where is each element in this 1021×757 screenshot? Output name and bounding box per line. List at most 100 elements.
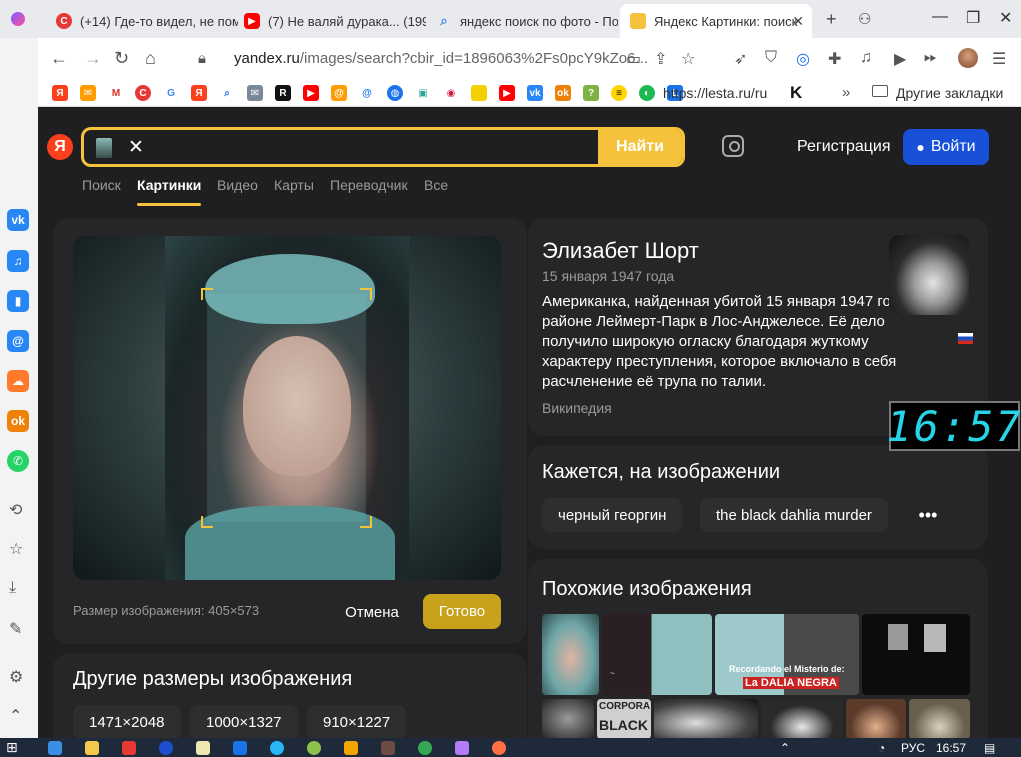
taskbar-app[interactable] [48, 741, 62, 755]
forward-icon[interactable]: → [84, 48, 102, 69]
chevron-up-icon[interactable]: ⌃ [9, 706, 22, 726]
lips-bookmark-icon[interactable]: ◉ [443, 85, 459, 101]
minimize-icon[interactable]: — [932, 8, 948, 26]
cancel-button[interactable]: Отмена [333, 595, 411, 629]
ok-icon[interactable]: ok [7, 410, 29, 432]
camera-icon[interactable] [722, 135, 744, 157]
new-tab-icon[interactable]: + [826, 9, 837, 30]
clear-icon[interactable]: ✕ [128, 136, 144, 159]
taskbar-app[interactable] [492, 741, 506, 755]
entity-photo[interactable] [889, 235, 969, 315]
search-bookmark-icon[interactable]: ⌕ [219, 85, 235, 101]
media-list-icon[interactable]: ♫ [860, 49, 872, 67]
size-option[interactable]: 910×1227 [307, 705, 407, 738]
taskbar-app[interactable] [381, 741, 395, 755]
entity-name[interactable]: Элизабет Шорт [542, 238, 699, 264]
tab-4[interactable]: Яндекс Картинки: поиск по ✕ [620, 4, 812, 38]
yandex-logo[interactable]: Я [47, 134, 73, 160]
windows-start-icon[interactable]: ⊞ [6, 739, 18, 756]
taskbar-clock[interactable]: 16:57 [936, 741, 966, 755]
crop-handle-top-left[interactable] [201, 288, 213, 300]
similar-image[interactable] [542, 614, 599, 695]
fast-forward-icon[interactable]: ⏩︎ [924, 49, 937, 67]
at-bookmark-icon[interactable]: @ [331, 85, 347, 101]
incognito-icon[interactable]: ⚇ [858, 10, 871, 28]
url-field[interactable]: yandex.ru/images/search?cbir_id=1896063%… [234, 50, 654, 67]
taskbar-app[interactable] [196, 741, 210, 755]
taskbar-app[interactable] [418, 741, 432, 755]
tab-2[interactable]: ▶ (7) Не валяй дурака... (1997) [234, 4, 426, 38]
taskbar-app[interactable] [233, 741, 247, 755]
reload-icon[interactable]: ↻ [114, 48, 129, 69]
taskbar-app[interactable] [85, 741, 99, 755]
search-bar[interactable]: ✕ Найти [81, 127, 685, 167]
share-icon[interactable]: ⇪ [654, 49, 667, 69]
beeline-bookmark-icon[interactable]: ≡ [611, 85, 627, 101]
tab-1[interactable]: C (+14) Где-то видел, не помню [46, 4, 238, 38]
tv-bookmark-icon[interactable]: ▣ [415, 85, 431, 101]
menu-icon[interactable]: ☰ [992, 49, 1006, 69]
similar-image[interactable] [761, 699, 843, 738]
done-button[interactable]: Готово [423, 594, 501, 629]
restore-icon[interactable]: ❐ [966, 8, 980, 28]
green-bookmark-icon[interactable]: ◐ [639, 85, 655, 101]
bookmark-lesta[interactable]: https://lesta.ru/ru [663, 85, 767, 101]
download-icon[interactable]: ⤓ [9, 579, 16, 597]
puzzle-icon[interactable]: ✚ [828, 49, 841, 69]
mail-bookmark-icon[interactable]: ✉ [247, 85, 263, 101]
similar-image[interactable] [654, 699, 758, 738]
more-icon[interactable]: ••• [910, 498, 946, 532]
play-icon[interactable]: ▶ [894, 49, 906, 69]
music-icon[interactable]: ♫ [7, 250, 29, 272]
vk-bookmark-icon[interactable]: vk [527, 85, 543, 101]
login-button[interactable]: ● Войти [903, 129, 989, 165]
stats-icon[interactable]: ▮ [7, 290, 29, 312]
taskbar-app[interactable] [122, 741, 136, 755]
history-icon[interactable]: ⟲ [9, 500, 22, 520]
search-button[interactable]: Найти [598, 130, 682, 164]
yandex-bookmark-icon[interactable]: Я [191, 85, 207, 101]
gear-icon[interactable]: ⚙ [9, 667, 23, 687]
size-option[interactable]: 1471×2048 [73, 705, 181, 738]
tab-3[interactable]: ⌕ яндекс поиск по фото - По [426, 4, 618, 38]
yellow-bookmark-icon[interactable] [471, 85, 487, 101]
crop-handle-bottom-left[interactable] [201, 516, 213, 528]
gmail-bookmark-icon[interactable]: M [108, 85, 124, 101]
tag-chip[interactable]: the black dahlia murder [700, 498, 888, 532]
crop-handle-bottom-right[interactable] [360, 516, 372, 528]
vk-icon[interactable]: vk [7, 209, 29, 231]
other-bookmarks[interactable]: Другие закладки [896, 85, 1003, 101]
taskbar-app[interactable] [159, 741, 173, 755]
back-icon[interactable]: ← [50, 48, 68, 69]
tab-search[interactable]: Поиск [82, 177, 121, 193]
globe-bookmark-icon[interactable]: ◍ [387, 85, 403, 101]
tray-network-icon[interactable]: ◔ [878, 741, 885, 755]
size-option[interactable]: 1000×1327 [190, 705, 298, 738]
taskbar-app[interactable] [344, 741, 358, 755]
tab-translator[interactable]: Переводчик [330, 177, 408, 193]
crop-handle-top-right[interactable] [360, 288, 372, 300]
similar-image[interactable]: ~ [602, 614, 712, 695]
cloud-icon[interactable]: ☁ [7, 370, 29, 392]
avatar[interactable] [958, 48, 978, 68]
circle-c-bookmark-icon[interactable]: C [135, 85, 151, 101]
crop-selection[interactable] [207, 294, 366, 522]
similar-image[interactable]: Recordando el Misterio de: La DALIA NEGR… [715, 614, 859, 695]
r-bookmark-icon[interactable]: R [275, 85, 291, 101]
language-indicator[interactable]: РУС [901, 741, 925, 755]
tab-images[interactable]: Картинки [137, 177, 201, 193]
mail-bookmark-icon[interactable]: ✉ [80, 85, 96, 101]
entity-source-link[interactable]: Википедия [542, 400, 612, 416]
google-bookmark-icon[interactable]: G [163, 85, 179, 101]
browser-logo-icon[interactable] [11, 12, 25, 26]
tab-video[interactable]: Видео [217, 177, 258, 193]
similar-image[interactable]: CORPORA BLACK [597, 699, 651, 738]
rocket-icon[interactable]: ➶ [734, 49, 747, 69]
taskbar-app[interactable] [270, 741, 284, 755]
bookmark-star-icon[interactable]: ☆ [681, 49, 695, 69]
tag-chip[interactable]: черный георгин [542, 498, 683, 532]
game-bookmark-icon[interactable]: ? [583, 85, 599, 101]
ok-bookmark-icon[interactable]: ok [555, 85, 571, 101]
tab-maps[interactable]: Карты [274, 177, 314, 193]
yandex-bookmark-icon[interactable]: Я [52, 85, 68, 101]
